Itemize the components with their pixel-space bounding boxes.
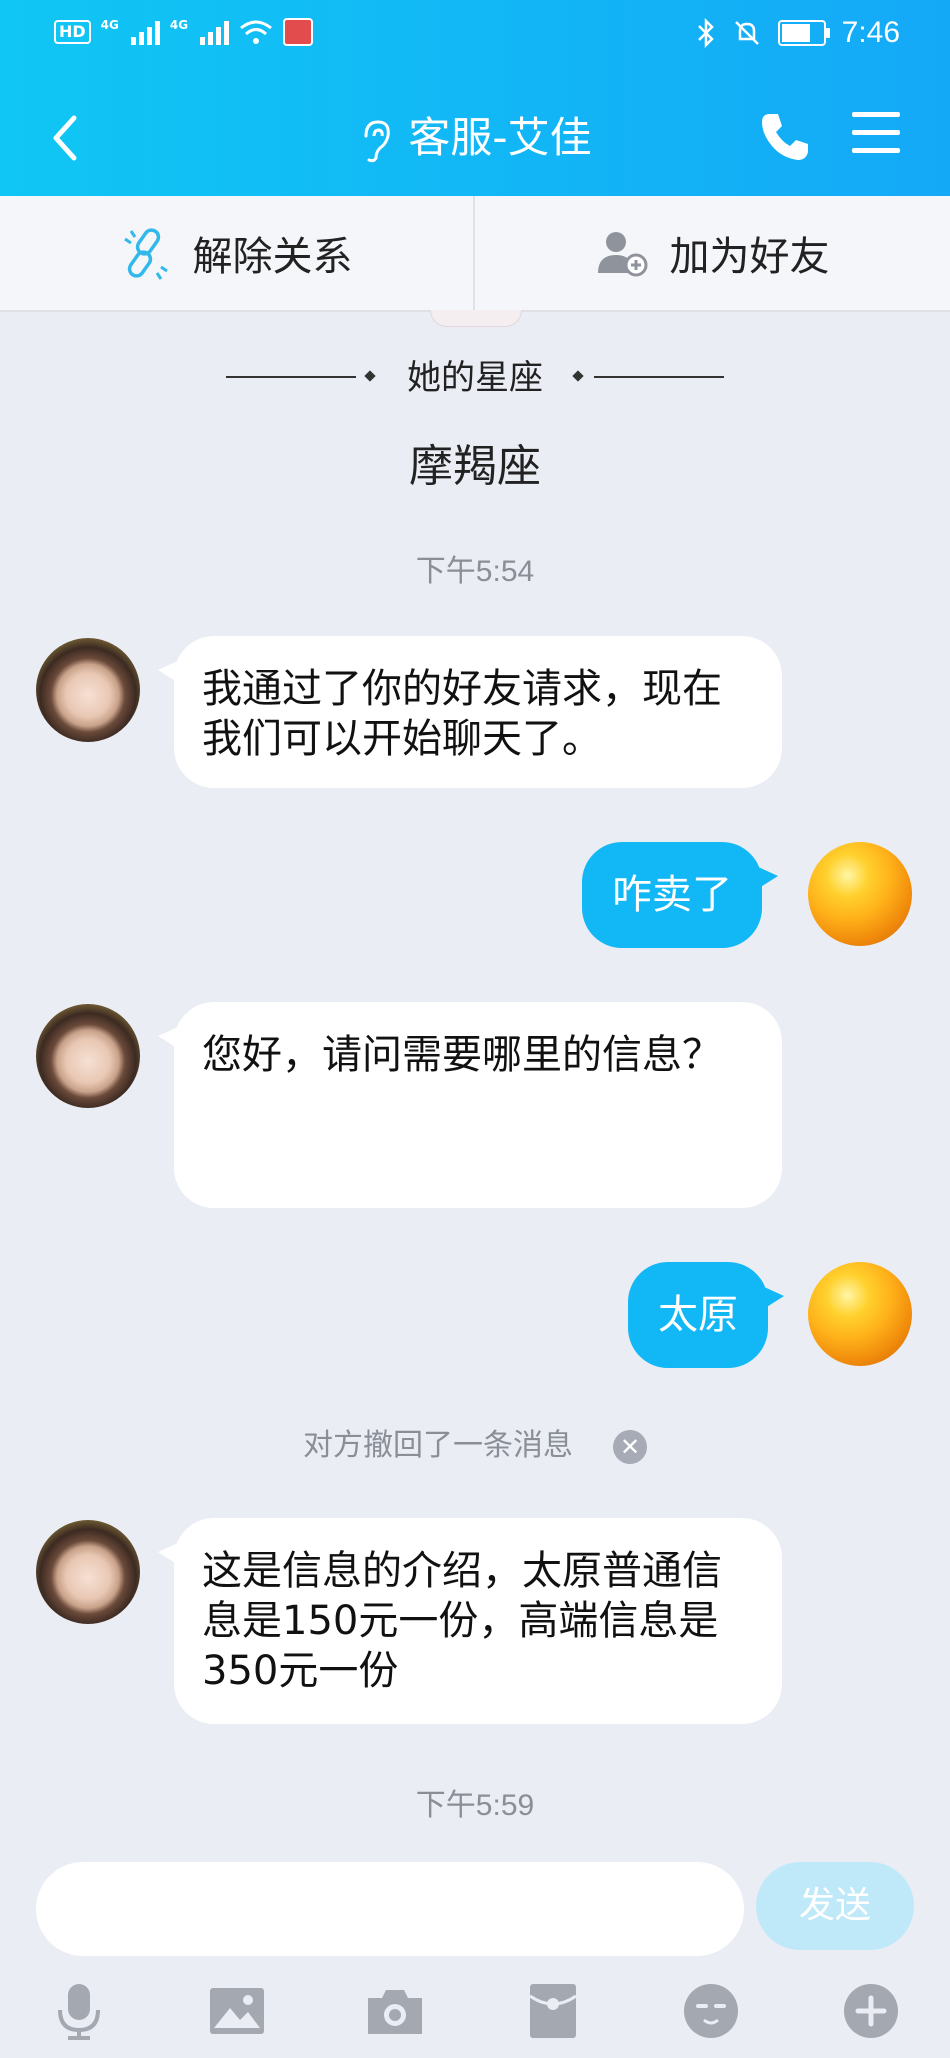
relationship-actions: 解除关系 加为好友 bbox=[0, 196, 950, 312]
sim2-network-label: 4G bbox=[169, 18, 189, 32]
recall-text: 对方撤回了一条消息 bbox=[303, 1428, 573, 1463]
mic-icon[interactable] bbox=[48, 1980, 110, 2042]
message-bubble-incoming[interactable]: 您好，请问需要哪里的信息？ bbox=[158, 1002, 782, 1208]
timestamp: 下午5:54 bbox=[415, 555, 535, 588]
signal-icon bbox=[200, 19, 230, 45]
red-packet-icon[interactable] bbox=[522, 1980, 584, 2042]
profile-image-partial bbox=[430, 310, 522, 327]
input-toolbar bbox=[0, 1970, 950, 2058]
my-avatar[interactable] bbox=[808, 1262, 912, 1366]
recall-notice: 对方撤回了一条消息 ✕ bbox=[0, 1420, 950, 1464]
ear-icon bbox=[364, 119, 391, 162]
send-button[interactable]: 发送 bbox=[756, 1862, 914, 1950]
phone-icon[interactable] bbox=[756, 108, 814, 166]
message-bubble-incoming[interactable]: 这是信息的介绍，太原普通信息是150元一份，高端信息是350元一份 bbox=[158, 1518, 782, 1724]
contact-avatar[interactable] bbox=[36, 1004, 140, 1108]
unlink-icon bbox=[123, 228, 168, 280]
nav-bar: 客服-艾佳 bbox=[0, 96, 950, 180]
unlink-button[interactable]: 解除关系 bbox=[0, 196, 473, 310]
contact-avatar[interactable] bbox=[36, 638, 140, 742]
message-bubble-outgoing[interactable]: 太原 bbox=[628, 1262, 784, 1368]
message-text: 您好，请问需要哪里的信息？ bbox=[202, 1032, 722, 1078]
add-friend-button[interactable]: 加为好友 bbox=[475, 196, 950, 310]
message-text: 我通过了你的好友请求，现在我们可以开始聊天了。 bbox=[202, 666, 722, 762]
timestamp: 下午5:59 bbox=[415, 1789, 535, 1822]
bluetooth-icon bbox=[697, 18, 714, 48]
message-text: 太原 bbox=[658, 1292, 738, 1338]
composer: 发送 bbox=[0, 1860, 950, 2058]
astro-label: 她的星座 bbox=[407, 358, 543, 398]
divider-line bbox=[594, 376, 724, 378]
book-app-icon bbox=[283, 18, 314, 46]
message-bubble-incoming[interactable]: 我通过了你的好友请求，现在我们可以开始聊天了。 bbox=[158, 636, 782, 788]
my-avatar[interactable] bbox=[808, 842, 912, 946]
contact-avatar[interactable] bbox=[36, 1520, 140, 1624]
menu-icon[interactable] bbox=[852, 112, 900, 158]
plus-icon[interactable] bbox=[840, 1980, 902, 2042]
camera-icon[interactable] bbox=[364, 1980, 426, 2042]
clock: 7:46 bbox=[841, 16, 900, 49]
message-input[interactable] bbox=[36, 1862, 744, 1956]
add-friend-icon bbox=[597, 232, 647, 277]
header: HD 4G 4G 7:46 客服-艾佳 bbox=[0, 0, 950, 196]
sim1-network-label: 4G bbox=[100, 18, 119, 32]
message-bubble-outgoing[interactable]: 咋卖了 bbox=[582, 842, 778, 948]
image-icon[interactable] bbox=[206, 1980, 268, 2042]
mute-icon bbox=[734, 21, 759, 45]
hd-badge: HD bbox=[54, 20, 91, 44]
emoji-icon[interactable] bbox=[680, 1980, 742, 2042]
chat-area[interactable]: 她的星座 摩羯座 下午5:54 我通过了你的好友请求，现在我们可以开始聊天了。 … bbox=[0, 310, 950, 1860]
add-friend-label: 加为好友 bbox=[669, 234, 830, 280]
unlink-label: 解除关系 bbox=[192, 234, 353, 280]
status-bar: HD 4G 4G 7:46 bbox=[0, 0, 950, 72]
astro-value: 摩羯座 bbox=[409, 441, 541, 492]
message-text: 咋卖了 bbox=[612, 872, 732, 918]
signal-icon bbox=[130, 19, 160, 45]
message-text: 这是信息的介绍，太原普通信息是150元一份，高端信息是350元一份 bbox=[202, 1548, 722, 1694]
close-icon[interactable]: ✕ bbox=[613, 1429, 647, 1464]
wifi-icon bbox=[240, 20, 273, 44]
battery-icon bbox=[777, 20, 830, 46]
chat-title-text: 客服-艾佳 bbox=[408, 113, 592, 162]
